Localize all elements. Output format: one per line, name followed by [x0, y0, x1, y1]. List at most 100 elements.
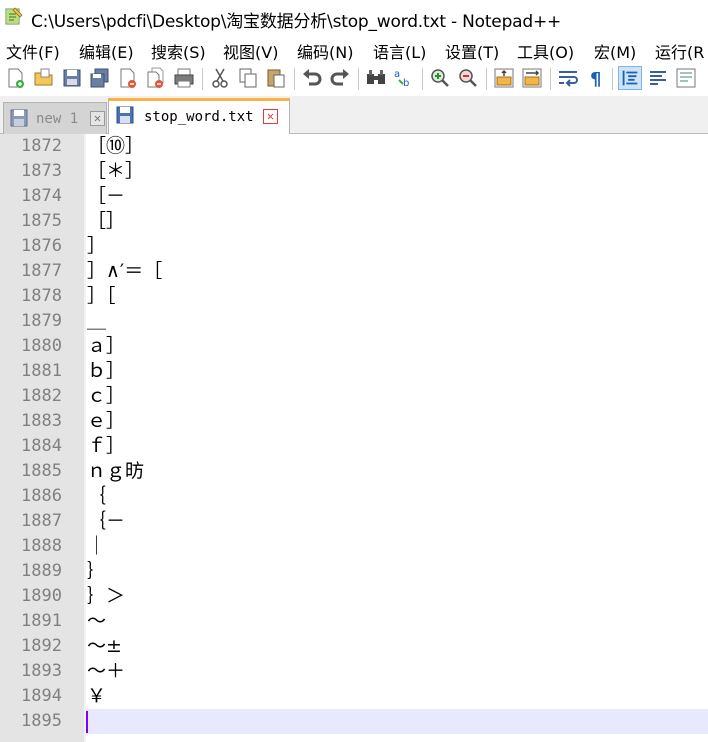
line-text: ｛－: [87, 510, 126, 532]
line-text: ］［: [87, 285, 116, 307]
menu-macro[interactable]: 宏(M): [594, 39, 636, 63]
line-number: 1876: [21, 236, 62, 256]
line-number: 1895: [21, 711, 62, 731]
line-text: ～＋: [87, 660, 126, 682]
line-text: ｅ］: [87, 410, 126, 432]
line-text: ｝＞: [87, 585, 126, 607]
line-number: 1873: [21, 161, 62, 181]
new-file-icon[interactable]: [4, 66, 28, 90]
line-text: ｂ］: [87, 360, 126, 382]
line-number: 1894: [21, 686, 62, 706]
tab-new-1[interactable]: new 1 ✕: [3, 102, 107, 134]
line-text: ［⑩］: [87, 135, 145, 157]
word-wrap-icon[interactable]: [556, 66, 580, 90]
notepadpp-app-icon: [5, 7, 23, 25]
line-text: ～: [87, 610, 107, 632]
redo-icon[interactable]: [328, 66, 352, 90]
save-all-icon[interactable]: [88, 66, 112, 90]
line-number: 1886: [21, 486, 62, 506]
toolbar-separator: [202, 68, 203, 90]
close-all-icon[interactable]: [144, 66, 168, 90]
zoom-in-icon[interactable]: [428, 66, 452, 90]
line-text: ［＊］: [87, 160, 145, 182]
close-tab-icon[interactable]: ✕: [263, 109, 278, 124]
line-text: ｜: [87, 535, 107, 557]
menu-file[interactable]: 文件(F): [6, 39, 60, 63]
menu-run[interactable]: 运行(R: [655, 39, 704, 63]
line-text: ￥: [87, 685, 107, 707]
menu-language[interactable]: 语言(L): [373, 39, 426, 63]
line-text: ［］: [87, 210, 126, 232]
line-number: 1874: [21, 186, 62, 206]
toolbar: ab ¶: [0, 62, 708, 96]
line-number: 1890: [21, 586, 62, 606]
tab-stop-word[interactable]: stop_word.txt ✕: [108, 98, 290, 134]
sync-vertical-scroll-icon[interactable]: [492, 66, 516, 90]
line-number: 1875: [21, 211, 62, 231]
toolbar-separator: [550, 68, 551, 90]
line-number: 1878: [21, 286, 62, 306]
svg-text:a: a: [394, 69, 400, 80]
line-number: 1891: [21, 611, 62, 631]
line-text: ｛: [87, 485, 107, 507]
find-icon[interactable]: [364, 66, 388, 90]
line-number: 1883: [21, 411, 62, 431]
line-text: ｝: [87, 560, 107, 582]
line-number: 1877: [21, 261, 62, 281]
line-number: 1885: [21, 461, 62, 481]
text-caret: [86, 711, 88, 733]
print-icon[interactable]: [172, 66, 196, 90]
line-number: 1888: [21, 536, 62, 556]
user-language-icon[interactable]: [646, 66, 670, 90]
copy-icon[interactable]: [236, 66, 260, 90]
floppy-disk-icon: [116, 106, 134, 124]
menu-view[interactable]: 视图(V): [223, 39, 278, 63]
line-text: ［－: [87, 185, 126, 207]
tab-label: stop_word.txt: [144, 109, 254, 125]
show-all-characters-icon[interactable]: ¶: [584, 66, 608, 90]
menu-search[interactable]: 搜索(S): [151, 39, 206, 63]
line-text: ］: [87, 235, 107, 257]
line-number: 1880: [21, 336, 62, 356]
toolbar-separator: [294, 68, 295, 90]
line-number: 1881: [21, 361, 62, 381]
toolbar-separator: [422, 68, 423, 90]
title-bar: C:\Users\pdcfi\Desktop\淘宝数据分析\stop_word.…: [0, 0, 708, 36]
menu-edit[interactable]: 编辑(E): [79, 39, 134, 63]
document-map-icon[interactable]: [674, 66, 698, 90]
line-text: ｃ］: [87, 385, 126, 407]
line-text: ］∧′＝［: [87, 260, 163, 282]
svg-text:b: b: [403, 78, 409, 89]
close-file-icon[interactable]: [116, 66, 140, 90]
menu-settings[interactable]: 设置(T): [445, 39, 499, 63]
line-text: ｎｇ昉: [87, 460, 145, 482]
line-number: 1884: [21, 436, 62, 456]
line-number: 1893: [21, 661, 62, 681]
line-text: ａ］: [87, 335, 126, 357]
line-number: 1879: [21, 311, 62, 331]
save-icon[interactable]: [60, 66, 84, 90]
menu-encoding[interactable]: 编码(N): [297, 39, 353, 63]
toolbar-separator: [358, 68, 359, 90]
editor-area[interactable]: 1872 ［⑩］ 1873 ［＊］ 1874 ［－ 1875 ［］ 1876 ］…: [0, 134, 708, 742]
menu-bar: 文件(F) 编辑(E) 搜索(S) 视图(V) 编码(N) 语言(L) 设置(T…: [0, 36, 708, 62]
sync-horizontal-scroll-icon[interactable]: [520, 66, 544, 90]
open-file-icon[interactable]: [32, 66, 56, 90]
fold-margin: [84, 134, 86, 742]
menu-tools[interactable]: 工具(O): [517, 39, 574, 63]
current-line-highlight: [86, 709, 708, 734]
line-number: 1872: [21, 136, 62, 156]
svg-text:¶: ¶: [590, 69, 601, 90]
undo-icon[interactable]: [300, 66, 324, 90]
replace-icon[interactable]: ab: [392, 66, 416, 90]
tab-label: new 1: [36, 111, 79, 127]
zoom-out-icon[interactable]: [456, 66, 480, 90]
cut-icon[interactable]: [208, 66, 232, 90]
toolbar-separator: [486, 68, 487, 90]
line-number: 1892: [21, 636, 62, 656]
paste-icon[interactable]: [264, 66, 288, 90]
indent-guide-icon[interactable]: [618, 66, 642, 90]
close-tab-icon[interactable]: ✕: [90, 111, 105, 126]
line-number: 1889: [21, 561, 62, 581]
tab-bar: new 1 ✕ stop_word.txt ✕: [0, 96, 708, 134]
